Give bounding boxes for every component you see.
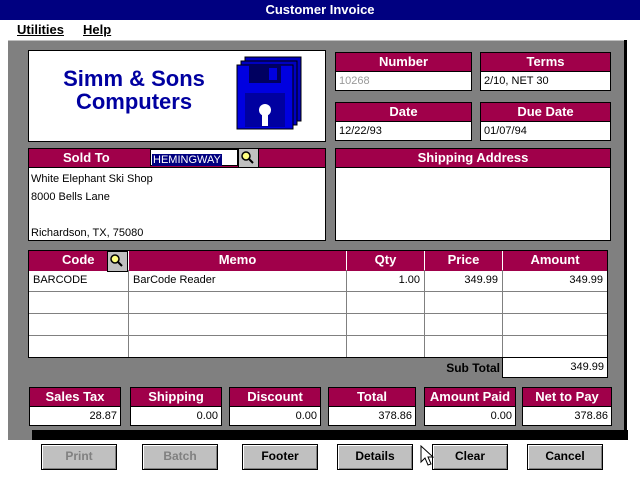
menu-utilities[interactable]: Utilities	[17, 22, 64, 37]
col-header-price: Price	[425, 251, 503, 271]
cell-qty[interactable]: 1.00	[347, 270, 425, 292]
line-items-table: Code Memo Qty Price Amount BARCODE BarCo…	[28, 250, 608, 358]
print-button[interactable]: Print	[41, 444, 117, 470]
discount-field[interactable]: 0.00	[229, 406, 321, 426]
col-header-memo: Memo	[129, 251, 347, 271]
due-date-field[interactable]: 01/07/94	[480, 121, 611, 141]
cell-code[interactable]	[29, 314, 129, 336]
total-label: Total	[328, 387, 416, 407]
shipping-label: Shipping	[130, 387, 222, 407]
amount-paid-field[interactable]: 0.00	[424, 406, 516, 426]
clear-button[interactable]: Clear	[432, 444, 508, 470]
cell-qty[interactable]	[347, 336, 425, 357]
company-name-line2: Computers	[75, 89, 193, 114]
subtotal-value: 349.99	[502, 357, 608, 378]
form-bottom-shadow	[32, 430, 628, 440]
floppy-disks-icon	[236, 56, 302, 130]
date-label: Date	[335, 102, 472, 122]
number-field[interactable]: 10268	[335, 71, 472, 91]
net-to-pay-label: Net to Pay	[522, 387, 612, 407]
sold-to-address[interactable]: White Elephant Ski Shop 8000 Bells Lane …	[28, 167, 326, 241]
code-search-button[interactable]	[107, 251, 128, 272]
customer-id-value: HEMINGWAY	[152, 154, 222, 166]
amount-paid-label: Amount Paid	[424, 387, 516, 407]
cell-amount[interactable]	[503, 292, 607, 314]
sold-to-label: Sold To	[63, 150, 110, 165]
address-line	[31, 206, 323, 224]
net-to-pay-field: 378.86	[522, 406, 612, 426]
number-label: Number	[335, 52, 472, 72]
cell-memo[interactable]	[129, 314, 347, 336]
cell-code[interactable]: BARCODE	[29, 270, 129, 292]
left-border	[0, 40, 8, 480]
cell-qty[interactable]	[347, 314, 425, 336]
cell-memo[interactable]	[129, 292, 347, 314]
batch-button[interactable]: Batch	[142, 444, 218, 470]
address-line: Richardson, TX, 75080	[31, 227, 144, 239]
cell-memo[interactable]: BarCode Reader	[129, 270, 347, 292]
company-name-line1: Simm & Sons	[63, 66, 205, 91]
customer-id-input[interactable]: HEMINGWAY	[150, 149, 238, 166]
address-line: White Elephant Ski Shop	[31, 173, 153, 185]
company-logo-panel: Simm & Sons Computers	[28, 50, 326, 142]
terms-field[interactable]: 2/10, NET 30	[480, 71, 611, 91]
col-header-qty: Qty	[347, 251, 425, 271]
shipping-field[interactable]: 0.00	[130, 406, 222, 426]
details-button[interactable]: Details	[337, 444, 413, 470]
menu-help[interactable]: Help	[83, 22, 111, 37]
cell-price[interactable]: 349.99	[425, 270, 503, 292]
cell-amount[interactable]: 349.99	[503, 270, 607, 292]
col-header-amount: Amount	[503, 251, 607, 271]
cell-price[interactable]	[425, 336, 503, 357]
address-line: 8000 Bells Lane	[31, 191, 110, 203]
total-field: 378.86	[328, 406, 416, 426]
arrow-cursor-icon	[420, 445, 434, 466]
cell-qty[interactable]	[347, 292, 425, 314]
right-border	[626, 40, 640, 480]
shipping-address-label: Shipping Address	[335, 148, 611, 168]
cell-amount[interactable]	[503, 336, 607, 357]
customer-search-button[interactable]	[238, 148, 259, 169]
cancel-button[interactable]: Cancel	[527, 444, 603, 470]
footer-button[interactable]: Footer	[242, 444, 318, 470]
cell-memo[interactable]	[129, 336, 347, 357]
shipping-address-field[interactable]	[335, 167, 611, 241]
sales-tax-label: Sales Tax	[29, 387, 121, 407]
discount-label: Discount	[229, 387, 321, 407]
cell-code[interactable]	[29, 292, 129, 314]
magnifier-icon	[110, 254, 123, 267]
form-shadow	[624, 40, 627, 430]
cell-price[interactable]	[425, 314, 503, 336]
sales-tax-field[interactable]: 28.87	[29, 406, 121, 426]
subtotal-label: Sub Total	[446, 361, 500, 375]
cell-code[interactable]	[29, 336, 129, 357]
window-title: Customer Invoice	[0, 0, 640, 20]
date-field[interactable]: 12/22/93	[335, 121, 472, 141]
menu-bar: Utilities Help	[0, 20, 640, 40]
cell-amount[interactable]	[503, 314, 607, 336]
cell-price[interactable]	[425, 292, 503, 314]
due-date-label: Due Date	[480, 102, 611, 122]
magnifier-icon	[241, 151, 254, 164]
terms-label: Terms	[480, 52, 611, 72]
